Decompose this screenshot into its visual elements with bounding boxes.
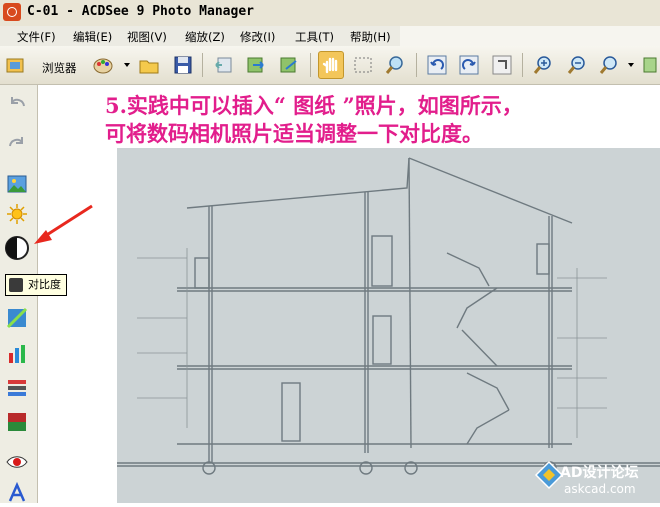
gradient-filter-icon[interactable] [6, 411, 28, 433]
menu-help[interactable]: 帮助(H) [350, 29, 391, 45]
section-drawing-image [117, 148, 660, 503]
menu-file[interactable]: 文件(F) [17, 29, 56, 45]
menu-bar: 文件(F) 编辑(E) 视图(V) 缩放(Z) 修改(I) 工具(T) 帮助(H… [0, 26, 400, 46]
toolbar-separator [416, 53, 417, 77]
caption-line-1: 5.实践中可以插入“ 图纸 ”照片，如图所示， [105, 93, 523, 118]
red-pointer-arrow-icon [34, 204, 93, 244]
fit-image-icon[interactable] [642, 54, 658, 76]
flip-icon[interactable] [491, 54, 513, 76]
menu-tools[interactable]: 工具(T) [295, 29, 334, 45]
window-title: C-01 - ACDSee 9 Photo Manager [27, 4, 254, 19]
zoom-dropdown-icon[interactable] [628, 63, 634, 67]
next-image-icon[interactable] [245, 54, 267, 76]
previous-image-icon[interactable] [212, 54, 234, 76]
rotate-right-icon[interactable] [458, 54, 480, 76]
magnifier-icon[interactable] [384, 54, 406, 76]
site-watermark: AD设计论坛 askcad.com [530, 456, 660, 503]
toolbar-separator [310, 53, 311, 77]
menu-edit[interactable]: 编辑(E) [73, 29, 112, 45]
levels-icon[interactable] [6, 307, 28, 329]
red-eye-icon[interactable] [6, 451, 28, 473]
menu-modify[interactable]: 修改(I) [240, 29, 275, 45]
contrast-tooltip-icon [9, 278, 23, 292]
watermark-title: AD设计论坛 [560, 465, 639, 481]
watermark-url: askcad.com [564, 482, 636, 496]
browser-icon[interactable] [4, 54, 26, 76]
tutorial-caption: 5.实践中可以插入“ 图纸 ”照片，如图所示， 可将数码相机照片适当调整一下对比… [105, 92, 523, 148]
select-tool-icon[interactable] [352, 54, 374, 76]
caption-line-2: 可将数码相机照片适当调整一下对比度。 [105, 121, 483, 146]
histogram-icon[interactable] [6, 343, 28, 365]
menubar-filler [400, 26, 660, 46]
browser-button[interactable]: 浏览器 [42, 60, 77, 76]
edit-palette-icon[interactable] [92, 54, 114, 76]
section-drawing-photo [117, 148, 660, 503]
zoom-in-icon[interactable] [532, 54, 554, 76]
main-toolbar: 浏览器 [0, 46, 660, 85]
zoom-menu-icon[interactable] [598, 54, 620, 76]
title-bar: C-01 - ACDSee 9 Photo Manager [0, 0, 660, 27]
rotate-left-icon[interactable] [426, 54, 448, 76]
acdsee-app-icon[interactable] [3, 3, 21, 21]
redo-icon[interactable] [6, 133, 28, 155]
contrast-tooltip: 对比度 [5, 274, 67, 296]
photo-landscape-icon[interactable] [6, 173, 28, 195]
last-image-icon[interactable] [278, 54, 300, 76]
toolbar-separator [202, 53, 203, 77]
open-folder-icon[interactable] [138, 54, 160, 76]
color-balance-icon[interactable] [6, 377, 28, 399]
menu-view[interactable]: 视图(V) [127, 29, 167, 45]
zoom-out-icon[interactable] [566, 54, 588, 76]
text-tool-icon[interactable] [6, 481, 28, 503]
palette-dropdown-icon[interactable] [124, 63, 130, 67]
save-icon[interactable] [172, 54, 194, 76]
undo-icon[interactable] [6, 93, 28, 115]
tooltip-label: 对比度 [28, 278, 61, 291]
toolbar-separator [522, 53, 523, 77]
hand-tool-icon[interactable] [318, 51, 344, 79]
menu-zoom[interactable]: 缩放(Z) [185, 29, 225, 45]
